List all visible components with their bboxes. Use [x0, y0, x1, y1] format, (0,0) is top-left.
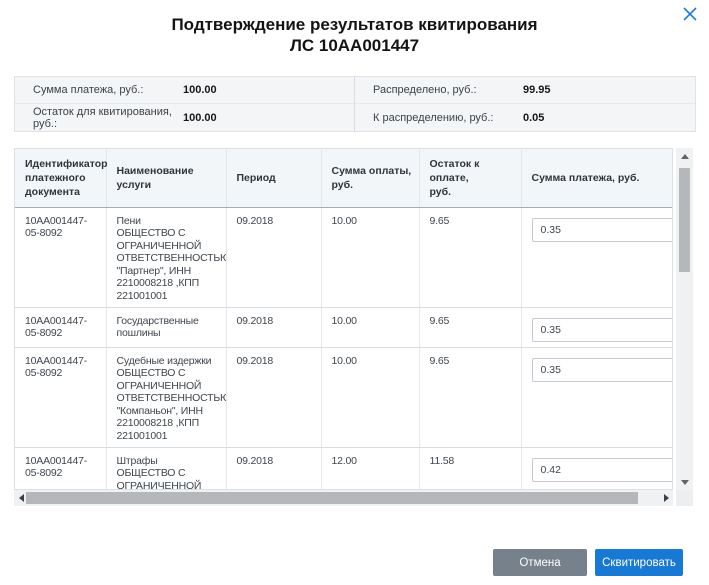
confirm-button[interactable]: Сквитировать: [595, 549, 683, 576]
cell-period: 09.2018: [226, 447, 321, 490]
summary-right-column: Распределено, руб.: 99.95 К распределени…: [355, 77, 695, 131]
payment-amount-input[interactable]: [532, 218, 674, 242]
cell-service: Государственные пошлины: [106, 307, 226, 347]
cell-amount: [521, 207, 673, 307]
summary-row-payment-sum: Сумма платежа, руб.: 100.00: [15, 77, 354, 104]
cell-doc-id: 10АА001447-05-8092: [15, 207, 106, 307]
summary-value: 100.00: [183, 84, 217, 96]
col-header-service: Наименование услуги: [106, 149, 226, 207]
cancel-button[interactable]: Отмена: [493, 549, 587, 576]
summary-row-reconciliation-rest: Остаток для квитирования, руб.: 100.00: [15, 104, 354, 131]
col-header-doc-id: Идентификатор платежного документа: [15, 149, 106, 207]
summary-value: 100.00: [183, 112, 217, 124]
vertical-scrollbar[interactable]: [676, 148, 693, 490]
summary-label: Распределено, руб.:: [355, 84, 523, 96]
payment-amount-input[interactable]: [532, 458, 674, 482]
payment-amount-input[interactable]: [532, 318, 674, 342]
summary-left-column: Сумма платежа, руб.: 100.00 Остаток для …: [15, 77, 355, 131]
cell-payment-sum: 10.00: [321, 307, 419, 347]
cell-payment-sum: 10.00: [321, 347, 419, 447]
cell-service: Штрафы ОБЩЕСТВО С ОГРАНИЧЕННОЙ ОТВЕТСТВЕ…: [106, 447, 226, 490]
col-header-payment-sum: Сумма оплаты, руб.: [321, 149, 419, 207]
cell-amount: [521, 307, 673, 347]
cell-amount: [521, 447, 673, 490]
cell-doc-id: 10АА001447-05-8092: [15, 347, 106, 447]
cell-period: 09.2018: [226, 347, 321, 447]
title-line-2: ЛС 10АА001447: [0, 35, 709, 56]
table-row: 10АА001447-05-8092 Государственные пошли…: [15, 307, 673, 347]
cell-remainder: 9.65: [419, 347, 521, 447]
cell-period: 09.2018: [226, 207, 321, 307]
cell-doc-id: 10АА001447-05-8092: [15, 307, 106, 347]
cell-remainder: 9.65: [419, 307, 521, 347]
charges-table-viewport: Идентификатор платежного документа Наиме…: [14, 148, 673, 490]
horizontal-scrollbar[interactable]: [14, 490, 673, 506]
summary-row-to-distribute: К распределению, руб.: 0.05: [355, 104, 695, 131]
title-line-1: Подтверждение результатов квитирования: [0, 14, 709, 35]
cell-payment-sum: 10.00: [321, 207, 419, 307]
summary-value: 0.05: [523, 112, 544, 124]
cell-doc-id: 10АА001447-05-8092: [15, 447, 106, 490]
table-row: 10АА001447-05-8092 Штрафы ОБЩЕСТВО С ОГР…: [15, 447, 673, 490]
table-row: 10АА001447-05-8092 Пени ОБЩЕСТВО С ОГРАН…: [15, 207, 673, 307]
horizontal-scrollbar-thumb[interactable]: [26, 492, 638, 504]
summary-panel: Сумма платежа, руб.: 100.00 Остаток для …: [14, 76, 696, 132]
cell-amount: [521, 347, 673, 447]
charges-table: Идентификатор платежного документа Наиме…: [14, 148, 693, 506]
page-title: Подтверждение результатов квитирования Л…: [0, 14, 709, 56]
summary-label: Остаток для квитирования, руб.:: [15, 106, 183, 130]
cell-remainder: 11.58: [419, 447, 521, 490]
payment-amount-input[interactable]: [532, 358, 674, 382]
summary-label: К распределению, руб.:: [355, 112, 523, 124]
col-header-remainder: Остаток к оплате, руб.: [419, 149, 521, 207]
vertical-scrollbar-thumb[interactable]: [679, 168, 690, 272]
cell-payment-sum: 12.00: [321, 447, 419, 490]
col-header-amount: Сумма платежа, руб.: [521, 149, 673, 207]
cell-remainder: 9.65: [419, 207, 521, 307]
cell-service: Пени ОБЩЕСТВО С ОГРАНИЧЕННОЙ ОТВЕТСТВЕНН…: [106, 207, 226, 307]
summary-value: 99.95: [523, 84, 551, 96]
summary-row-distributed: Распределено, руб.: 99.95: [355, 77, 695, 104]
scroll-up-icon[interactable]: [676, 148, 693, 164]
scrollbar-corner: [676, 490, 693, 506]
scroll-down-icon[interactable]: [676, 474, 693, 490]
col-header-period: Период: [226, 149, 321, 207]
table-header-row: Идентификатор платежного документа Наиме…: [15, 149, 673, 207]
table-row: 10АА001447-05-8092 Судебные издержки ОБЩ…: [15, 347, 673, 447]
cell-service: Судебные издержки ОБЩЕСТВО С ОГРАНИЧЕННО…: [106, 347, 226, 447]
scroll-right-icon[interactable]: [659, 490, 673, 506]
summary-label: Сумма платежа, руб.:: [15, 84, 183, 96]
cell-period: 09.2018: [226, 307, 321, 347]
